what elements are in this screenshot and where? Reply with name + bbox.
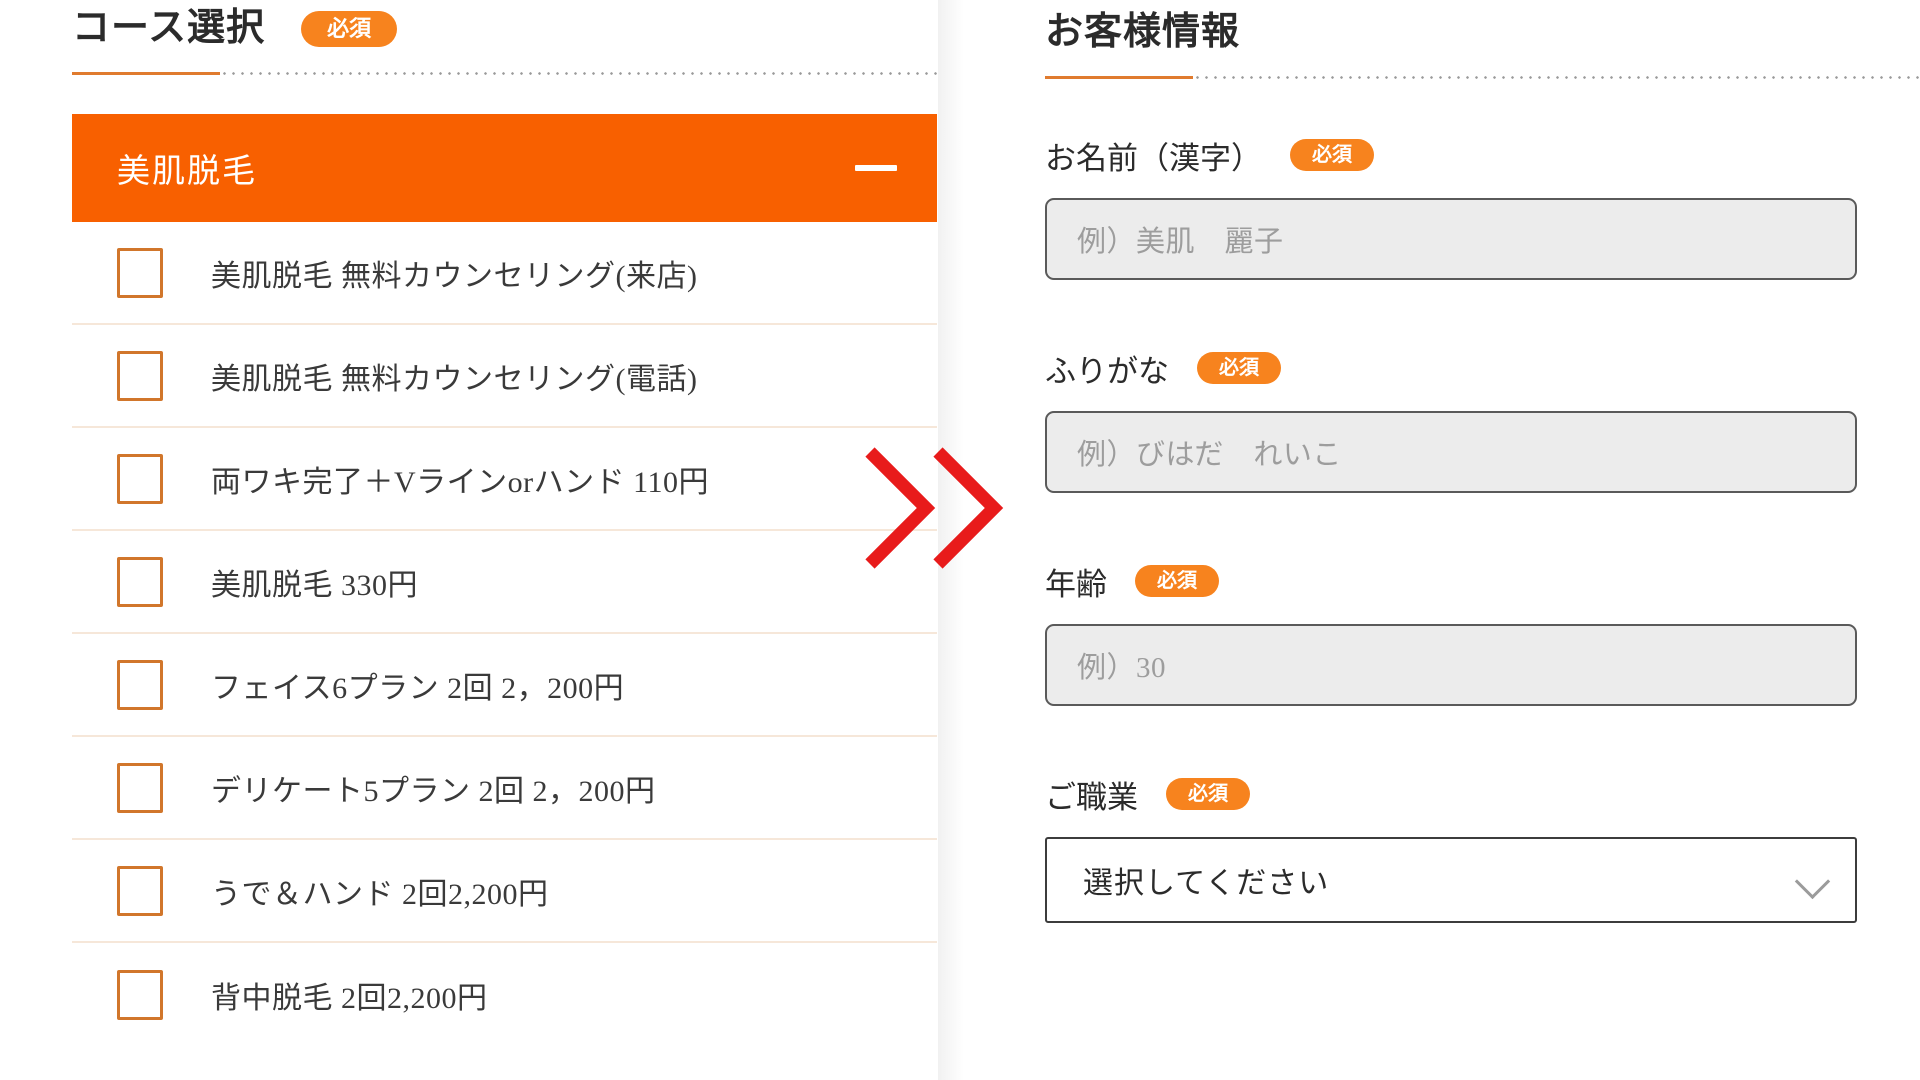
course-row[interactable]: フェイス6プラン 2回 2，200円	[72, 634, 937, 737]
customer-info-title: お客様情報	[1045, 11, 1241, 53]
select-selected-value: 選択してください	[1083, 866, 1330, 900]
text-input[interactable]: 例）美肌 麗子	[1045, 197, 1857, 280]
required-badge: 必須	[1197, 352, 1281, 385]
text-input[interactable]: 例）30	[1045, 623, 1857, 706]
form-field: 年齢 必須例）30	[1045, 559, 1920, 706]
occupation-select[interactable]: 選択してください	[1045, 836, 1857, 923]
field-label: 年齢	[1045, 566, 1107, 602]
minus-icon[interactable]	[855, 165, 897, 171]
customer-section-header: お客様情報	[1045, 0, 1920, 79]
course-label: 背中脱毛 2回2,200円	[211, 981, 488, 1015]
course-label: 美肌脱毛 無料カウンセリング(電話)	[211, 362, 698, 396]
course-checkbox[interactable]	[117, 659, 163, 710]
course-label: 美肌脱毛 330円	[211, 568, 418, 602]
course-checkbox[interactable]	[117, 556, 163, 607]
section-divider	[72, 71, 937, 75]
required-badge: 必須	[1135, 565, 1219, 598]
field-label: ご職業	[1045, 779, 1138, 815]
accordion-title: 美肌脱毛	[117, 152, 257, 189]
course-label: フェイス6プラン 2回 2，200円	[211, 671, 625, 705]
customer-section-divider	[1045, 75, 1920, 79]
required-badge: 必須	[1166, 778, 1250, 811]
field-label: ふりがな	[1045, 353, 1169, 389]
course-row[interactable]: 背中脱毛 2回2,200円	[72, 943, 937, 1046]
course-checkbox[interactable]	[117, 350, 163, 401]
field-label-row: ふりがな 必須	[1045, 346, 1920, 391]
required-badge: 必須	[301, 10, 398, 47]
course-checkbox[interactable]	[117, 453, 163, 504]
accordion-header-bihada-datsumou[interactable]: 美肌脱毛	[72, 114, 937, 222]
course-label: 両ワキ完了＋Vラインorハンド 110円	[211, 465, 710, 499]
course-label: デリケート5プラン 2回 2，200円	[211, 774, 656, 808]
course-row[interactable]: うで＆ハンド 2回2,200円	[72, 840, 937, 943]
course-checkbox[interactable]	[117, 969, 163, 1020]
course-row[interactable]: デリケート5プラン 2回 2，200円	[72, 737, 937, 840]
course-row[interactable]: 美肌脱毛 無料カウンセリング(電話)	[72, 325, 937, 428]
course-list: 美肌脱毛 無料カウンセリング(来店) 美肌脱毛 無料カウンセリング(電話) 両ワキ完…	[72, 222, 937, 1046]
text-input[interactable]: 例）びはだ れいこ	[1045, 410, 1857, 493]
booking-form-page: コース選択 必須 美肌脱毛 美肌脱毛 無料カウンセリング(来店) 美肌脱毛 無料カ…	[0, 0, 1920, 1080]
course-label: 美肌脱毛 無料カウンセリング(来店)	[211, 259, 698, 293]
input-placeholder: 例）美肌 麗子	[1077, 225, 1284, 258]
field-label-row: ご職業 必須	[1045, 772, 1920, 817]
required-badge: 必須	[1290, 139, 1374, 172]
form-field: ふりがな 必須例）びはだ れいこ	[1045, 346, 1920, 493]
field-label-row: 年齢 必須	[1045, 559, 1920, 604]
chevron-down-icon[interactable]	[1797, 865, 1827, 895]
input-placeholder: 例）びはだ れいこ	[1077, 438, 1342, 471]
customer-info-panel: お客様情報 お名前（漢字） 必須 例）美肌 麗子 ふりがな 必須 例）びはだ れいこ 年齢必…	[1045, 0, 1920, 1080]
field-label: お名前（漢字）	[1045, 140, 1262, 176]
course-row[interactable]: 美肌脱毛 無料カウンセリング(来店)	[72, 222, 937, 325]
course-section-header: コース選択 必須	[72, 7, 937, 75]
panel-edge-shadow	[938, 0, 964, 1080]
customer-field-list: お名前（漢字） 必須 例）美肌 麗子 ふりがな 必須 例）びはだ れいこ 年齢 必須 例）30 ご…	[1045, 133, 1920, 923]
field-label-row: お名前（漢字） 必須	[1045, 133, 1920, 178]
form-field: ご職業 必須選択してください	[1045, 772, 1920, 923]
course-checkbox[interactable]	[117, 865, 163, 916]
course-row[interactable]: 美肌脱毛 330円	[72, 531, 937, 634]
course-accordion-card: 美肌脱毛 美肌脱毛 無料カウンセリング(来店) 美肌脱毛 無料カウンセリング(電話…	[72, 114, 937, 1046]
course-checkbox[interactable]	[117, 762, 163, 813]
form-field: お名前（漢字） 必須例）美肌 麗子	[1045, 133, 1920, 280]
course-checkbox[interactable]	[117, 247, 163, 298]
course-row[interactable]: 両ワキ完了＋Vラインorハンド 110円	[72, 428, 937, 531]
page-title: コース選択	[72, 7, 266, 49]
input-placeholder: 例）30	[1077, 651, 1167, 684]
course-selection-panel: コース選択 必須 美肌脱毛 美肌脱毛 無料カウンセリング(来店) 美肌脱毛 無料カ…	[0, 0, 964, 1080]
course-label: うで＆ハンド 2回2,200円	[211, 877, 549, 911]
